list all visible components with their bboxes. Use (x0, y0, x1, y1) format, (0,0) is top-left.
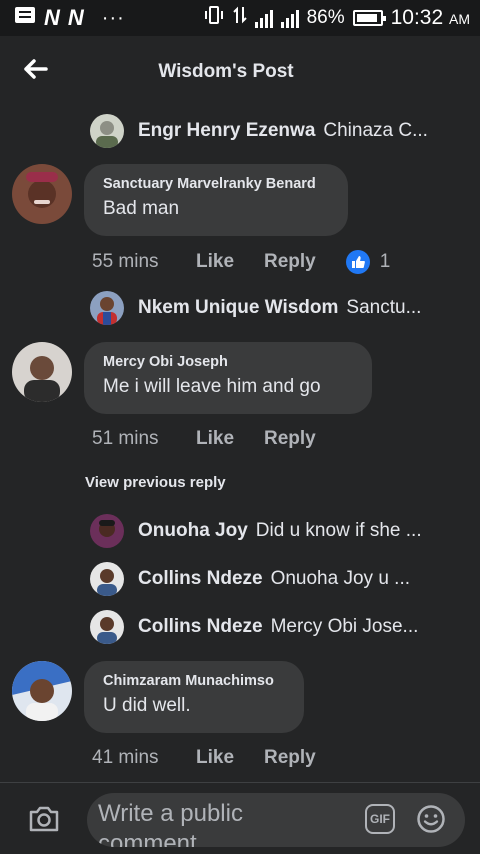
reply-author: Onuoha Joy (138, 520, 248, 541)
reply-snippet: Onuoha Joy u ... (270, 568, 410, 589)
clock: 10:32 AM (390, 6, 470, 29)
reply-author: Collins Ndeze (138, 616, 263, 637)
gif-button[interactable]: GIF (365, 804, 395, 834)
timestamp: 51 mins (92, 428, 159, 449)
timestamp: 55 mins (92, 251, 159, 272)
reply-button[interactable]: Reply (264, 428, 316, 450)
reply-preview[interactable]: Collins Ndeze Mercy Obi Jose... (90, 607, 460, 647)
avatar[interactable] (12, 661, 72, 721)
avatar (90, 114, 124, 148)
page-title: Wisdom's Post (158, 61, 294, 82)
comment-bubble: Chimzaram Munachimso U did well. (84, 661, 304, 733)
app-n-icon: N (44, 5, 60, 30)
data-transfer-icon (232, 5, 247, 31)
thumbs-up-icon (345, 250, 370, 274)
reply-preview[interactable]: Engr Henry Ezenwa Chinaza C... (90, 111, 460, 151)
comment-input[interactable]: Write a public comment GIF (87, 793, 465, 847)
reply-author: Collins Ndeze (138, 568, 263, 589)
reply-snippet: Did u know if she ... (255, 520, 422, 541)
reply-author: Nkem Unique Wisdom (138, 297, 339, 318)
reply-author: Engr Henry Ezenwa (138, 120, 316, 141)
reply-snippet: Chinaza C... (323, 120, 428, 141)
camera-icon[interactable] (28, 805, 62, 833)
reply-snippet: Mercy Obi Jose... (270, 616, 419, 637)
like-button[interactable]: Like (196, 747, 264, 769)
more-notifications-icon: ··· (101, 6, 125, 29)
signal-icon (280, 8, 299, 28)
comment-input-placeholder: Write a public comment (98, 800, 243, 847)
reaction-summary[interactable]: 1 (345, 250, 391, 274)
avatar (90, 562, 124, 596)
comment-text: U did well. (103, 695, 191, 716)
message-icon (14, 5, 36, 31)
comment: Chimzaram Munachimso U did well. (12, 661, 472, 737)
status-bar: N N ··· 86% 10:32 AM (0, 0, 480, 36)
comment-bubble: Mercy Obi Joseph Me i will leave him and… (84, 342, 372, 414)
avatar (90, 610, 124, 644)
comment-text: Me i will leave him and go (103, 376, 321, 397)
reply-preview[interactable]: Nkem Unique Wisdom Sanctu... (90, 288, 460, 328)
back-arrow-icon[interactable] (22, 58, 52, 84)
emoji-icon[interactable] (416, 804, 446, 834)
reply-button[interactable]: Reply (264, 747, 316, 769)
comment-text: Bad man (103, 198, 180, 219)
like-button[interactable]: Like (196, 251, 264, 273)
battery-percent: 86% (306, 7, 345, 28)
avatar[interactable] (12, 164, 72, 224)
reply-button[interactable]: Reply (264, 251, 316, 273)
signal-icon (254, 8, 273, 28)
vibrate-icon (203, 5, 225, 31)
avatar[interactable] (12, 342, 72, 402)
comment-actions: 41 mins Like Reply (92, 747, 316, 769)
battery-icon (352, 10, 386, 26)
comment-composer: Write a public comment GIF (0, 782, 480, 854)
app-n-icon: N (67, 5, 84, 30)
comment-author[interactable]: Sanctuary Marvelranky Benard (103, 176, 328, 192)
reply-preview[interactable]: Collins Ndeze Onuoha Joy u ... (90, 559, 460, 599)
avatar (90, 514, 124, 548)
comment-author[interactable]: Chimzaram Munachimso (103, 673, 284, 689)
reaction-count: 1 (379, 251, 391, 272)
notification-icons: N N (14, 5, 84, 31)
view-previous-replies-link[interactable]: View previous reply (85, 474, 226, 491)
reply-preview[interactable]: Onuoha Joy Did u know if she ... (90, 511, 460, 551)
avatar (90, 291, 124, 325)
reply-snippet: Sanctu... (346, 297, 422, 318)
comment-bubble: Sanctuary Marvelranky Benard Bad man (84, 164, 348, 236)
header: Wisdom's Post (0, 36, 480, 108)
comment: Sanctuary Marvelranky Benard Bad man (12, 164, 472, 240)
like-button[interactable]: Like (196, 428, 264, 450)
timestamp: 41 mins (92, 747, 159, 768)
comment-author[interactable]: Mercy Obi Joseph (103, 354, 352, 370)
comment-actions: 55 mins Like Reply 1 (92, 250, 390, 274)
comment: Mercy Obi Joseph Me i will leave him and… (12, 342, 472, 418)
comment-actions: 51 mins Like Reply (92, 428, 316, 450)
